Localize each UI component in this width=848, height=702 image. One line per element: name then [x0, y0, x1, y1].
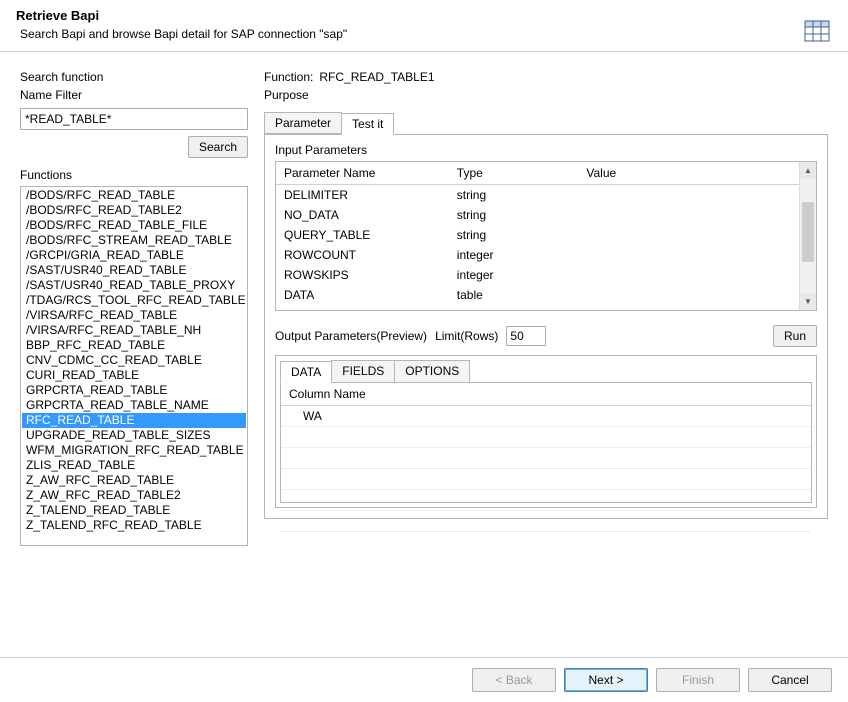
- cancel-button[interactable]: Cancel: [748, 668, 832, 692]
- function-list-item[interactable]: BBP_RFC_READ_TABLE: [22, 338, 246, 353]
- purpose-label: Purpose: [264, 88, 309, 102]
- param-name: FIELDS: [276, 305, 449, 310]
- param-value[interactable]: [578, 305, 816, 310]
- back-button[interactable]: < Back: [472, 668, 556, 692]
- output-tab-options[interactable]: OPTIONS: [394, 360, 470, 382]
- output-tab-fields[interactable]: FIELDS: [331, 360, 395, 382]
- function-list-item[interactable]: /VIRSA/RFC_READ_TABLE: [22, 308, 246, 323]
- name-filter-input[interactable]: [20, 108, 248, 130]
- param-value[interactable]: [578, 185, 816, 206]
- output-row-empty: [281, 490, 811, 511]
- param-value[interactable]: [578, 205, 816, 225]
- page-subtitle: Search Bapi and browse Bapi detail for S…: [16, 27, 832, 41]
- col-value[interactable]: Value: [578, 162, 816, 185]
- function-list-item[interactable]: WFM_MIGRATION_RFC_READ_TABLE: [22, 443, 246, 458]
- param-value[interactable]: [578, 265, 816, 285]
- functions-list[interactable]: /BODS/RFC_READ_TABLE/BODS/RFC_READ_TABLE…: [20, 186, 248, 546]
- function-list-item[interactable]: UPGRADE_READ_TABLE_SIZES: [22, 428, 246, 443]
- scroll-up-icon[interactable]: ▲: [800, 162, 816, 179]
- function-list-item[interactable]: Z_TALEND_READ_TABLE: [22, 503, 246, 518]
- limit-rows-label: Limit(Rows): [435, 329, 498, 343]
- param-name: DATA: [276, 285, 449, 305]
- param-name: DELIMITER: [276, 185, 449, 206]
- table-icon: [804, 20, 830, 42]
- param-name: QUERY_TABLE: [276, 225, 449, 245]
- param-name: NO_DATA: [276, 205, 449, 225]
- param-value[interactable]: [578, 225, 816, 245]
- param-type: table: [449, 305, 579, 310]
- run-button[interactable]: Run: [773, 325, 817, 347]
- param-name: ROWCOUNT: [276, 245, 449, 265]
- param-type: string: [449, 205, 579, 225]
- param-row[interactable]: ROWSKIPSinteger: [276, 265, 816, 285]
- function-list-item[interactable]: Z_AW_RFC_READ_TABLE2: [22, 488, 246, 503]
- tab-test-it[interactable]: Test it: [341, 113, 394, 135]
- function-list-item[interactable]: RFC_READ_TABLE: [22, 413, 246, 428]
- function-list-item[interactable]: /BODS/RFC_READ_TABLE_FILE: [22, 218, 246, 233]
- col-parameter-name[interactable]: Parameter Name: [276, 162, 449, 185]
- limit-rows-input[interactable]: [506, 326, 546, 346]
- function-list-item[interactable]: /BODS/RFC_READ_TABLE: [22, 188, 246, 203]
- function-list-item[interactable]: /BODS/RFC_STREAM_READ_TABLE: [22, 233, 246, 248]
- param-row[interactable]: DATAtable: [276, 285, 816, 305]
- search-function-label: Search function: [20, 70, 248, 84]
- scroll-down-icon[interactable]: ▼: [800, 293, 816, 310]
- function-list-item[interactable]: /GRCPI/GRIA_READ_TABLE: [22, 248, 246, 263]
- param-type: table: [449, 285, 579, 305]
- function-list-item[interactable]: /SAST/USR40_READ_TABLE: [22, 263, 246, 278]
- input-parameters-label: Input Parameters: [275, 143, 367, 157]
- output-row-empty: [281, 511, 811, 532]
- function-list-item[interactable]: GRPCRTA_READ_TABLE: [22, 383, 246, 398]
- output-row-empty: [281, 469, 811, 490]
- tab-parameter[interactable]: Parameter: [264, 112, 342, 134]
- param-type: string: [449, 225, 579, 245]
- param-type: string: [449, 185, 579, 206]
- param-row[interactable]: FIELDStable: [276, 305, 816, 310]
- function-list-item[interactable]: Z_TALEND_RFC_READ_TABLE: [22, 518, 246, 533]
- col-type[interactable]: Type: [449, 162, 579, 185]
- function-list-item[interactable]: Z_AW_RFC_READ_TABLE: [22, 473, 246, 488]
- output-row[interactable]: WA: [281, 406, 811, 427]
- name-filter-label: Name Filter: [20, 88, 248, 102]
- col-column-name[interactable]: Column Name: [281, 383, 811, 406]
- param-row[interactable]: ROWCOUNTinteger: [276, 245, 816, 265]
- function-list-item[interactable]: GRPCRTA_READ_TABLE_NAME: [22, 398, 246, 413]
- param-scrollbar[interactable]: ▲ ▼: [799, 162, 816, 310]
- output-tab-data[interactable]: DATA: [280, 361, 332, 383]
- param-row[interactable]: QUERY_TABLEstring: [276, 225, 816, 245]
- output-cell: WA: [281, 406, 811, 427]
- output-row-empty: [281, 427, 811, 448]
- param-type: integer: [449, 245, 579, 265]
- function-list-item[interactable]: /TDAG/RCS_TOOL_RFC_READ_TABLE: [22, 293, 246, 308]
- param-name: ROWSKIPS: [276, 265, 449, 285]
- output-row-empty: [281, 448, 811, 469]
- function-label: Function:: [264, 70, 313, 84]
- finish-button[interactable]: Finish: [656, 668, 740, 692]
- function-list-item[interactable]: CURI_READ_TABLE: [22, 368, 246, 383]
- scroll-thumb[interactable]: [802, 202, 814, 262]
- param-type: integer: [449, 265, 579, 285]
- param-row[interactable]: NO_DATAstring: [276, 205, 816, 225]
- function-list-item[interactable]: CNV_CDMC_CC_READ_TABLE: [22, 353, 246, 368]
- function-list-item[interactable]: /SAST/USR40_READ_TABLE_PROXY: [22, 278, 246, 293]
- function-list-item[interactable]: /VIRSA/RFC_READ_TABLE_NH: [22, 323, 246, 338]
- search-button[interactable]: Search: [188, 136, 248, 158]
- page-title: Retrieve Bapi: [16, 8, 832, 23]
- output-parameters-label: Output Parameters(Preview): [275, 329, 427, 343]
- functions-label: Functions: [20, 168, 248, 182]
- param-value[interactable]: [578, 245, 816, 265]
- param-row[interactable]: DELIMITERstring: [276, 185, 816, 206]
- function-name: RFC_READ_TABLE1: [319, 70, 434, 84]
- function-list-item[interactable]: /BODS/RFC_READ_TABLE2: [22, 203, 246, 218]
- next-button[interactable]: Next >: [564, 668, 648, 692]
- function-list-item[interactable]: ZLIS_READ_TABLE: [22, 458, 246, 473]
- param-value[interactable]: [578, 285, 816, 305]
